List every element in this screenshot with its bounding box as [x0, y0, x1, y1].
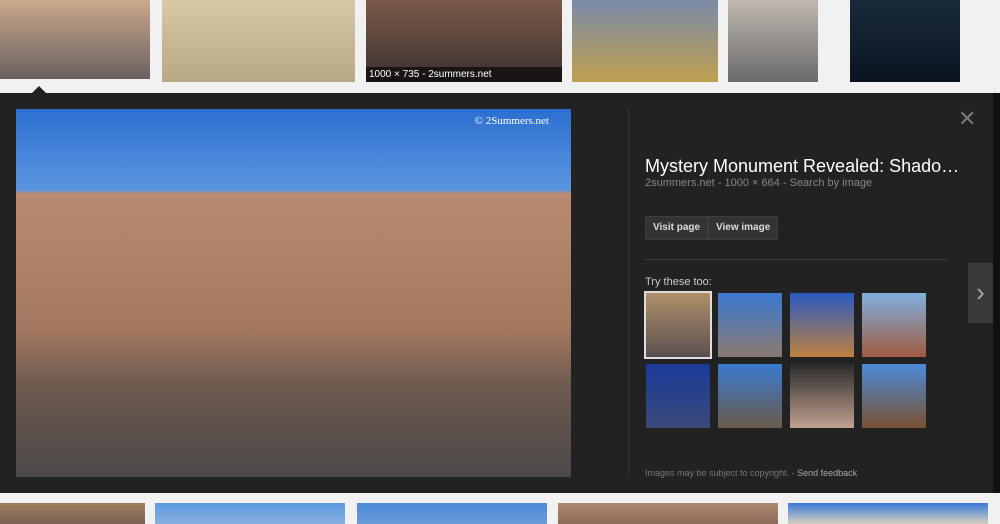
related-image-thumbnail[interactable]: [862, 293, 926, 357]
image-thumbnail[interactable]: [0, 0, 150, 79]
footer: Images may be subject to copyright. - Se…: [645, 468, 857, 478]
related-label: Try these too:: [645, 276, 712, 288]
image-thumbnail[interactable]: [162, 0, 355, 82]
view-image-button[interactable]: View image: [708, 216, 779, 240]
divider: [628, 109, 629, 477]
image-title[interactable]: Mystery Monument Revealed: Shado…: [645, 156, 959, 177]
related-image-thumbnail[interactable]: [646, 364, 710, 428]
related-image-thumbnail[interactable]: [718, 293, 782, 357]
image-thumbnail[interactable]: [788, 503, 988, 524]
related-image-thumbnail[interactable]: [644, 291, 712, 359]
image-thumbnail[interactable]: 1000 × 735 - 2summers.net: [366, 0, 562, 82]
image-thumbnail[interactable]: [558, 503, 778, 524]
image-thumbnail[interactable]: [572, 0, 718, 82]
visit-page-button[interactable]: Visit page: [645, 216, 709, 240]
thumbnail-caption: 1000 × 735 - 2summers.net: [366, 67, 562, 82]
chevron-right-icon: ›: [976, 277, 985, 307]
related-image-thumbnail[interactable]: [862, 364, 926, 428]
image-thumbnail[interactable]: [728, 0, 818, 82]
copyright-notice: Images may be subject to copyright.: [645, 468, 790, 478]
watermark: © 2Summers.net: [474, 115, 549, 127]
image-thumbnail[interactable]: [850, 0, 960, 82]
related-image-thumbnail[interactable]: [718, 364, 782, 428]
image-thumbnail[interactable]: [155, 503, 345, 524]
send-feedback-link[interactable]: Send feedback: [797, 468, 857, 478]
image-meta: 2summers.net - 1000 × 664 - Search by im…: [645, 177, 873, 189]
image-thumbnail[interactable]: [357, 503, 547, 524]
next-image-button[interactable]: ›: [968, 263, 993, 323]
image-preview-panel: © 2Summers.net ✕ Mystery Monument Reveal…: [0, 93, 993, 493]
related-image-thumbnail[interactable]: [790, 364, 854, 428]
related-image-thumbnail[interactable]: [790, 293, 854, 357]
preview-image[interactable]: © 2Summers.net: [16, 109, 571, 477]
separator: -: [789, 468, 798, 478]
image-thumbnail[interactable]: [0, 503, 145, 524]
close-icon[interactable]: ✕: [958, 108, 976, 130]
scrollbar[interactable]: [993, 93, 1000, 493]
divider: [645, 259, 948, 260]
